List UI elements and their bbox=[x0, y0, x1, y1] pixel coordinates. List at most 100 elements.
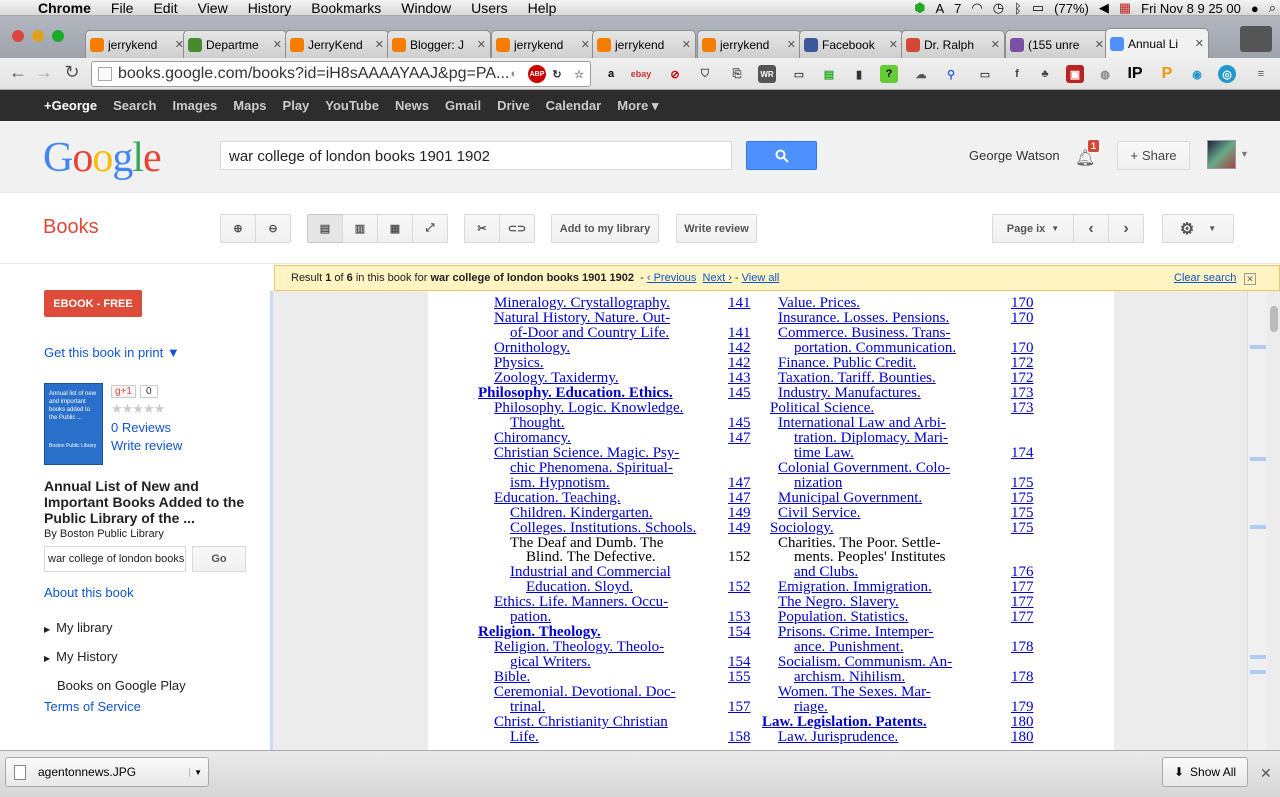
gbar-search[interactable]: Search bbox=[105, 98, 164, 113]
shield-icon[interactable]: ⬢ bbox=[914, 0, 925, 16]
tab-2[interactable]: Departme ✕ bbox=[183, 30, 287, 58]
index-entry[interactable]: time Law. bbox=[794, 445, 854, 461]
index-entry[interactable]: Political Science. bbox=[770, 400, 874, 416]
index-entry[interactable]: Law. Legislation. Patents. bbox=[762, 715, 927, 730]
index-entry[interactable]: and Clubs. bbox=[794, 565, 858, 580]
viewer-scrollbar-thumb[interactable] bbox=[1270, 306, 1278, 332]
ebook-free-button[interactable]: EBOOK - FREE bbox=[44, 290, 142, 317]
index-entry[interactable]: Bible. bbox=[494, 670, 530, 685]
stats-icon[interactable]: ▮ bbox=[850, 65, 868, 83]
tab-6[interactable]: jerrykend ✕ bbox=[592, 30, 696, 58]
menu-app-name[interactable]: Chrome bbox=[28, 0, 101, 16]
gbar-play[interactable]: Play bbox=[275, 98, 318, 113]
tab-10[interactable]: (155 unre ✕ bbox=[1005, 30, 1109, 58]
index-entry[interactable]: gical Writers. bbox=[510, 655, 591, 670]
index-entry[interactable]: Industry. Manufactures. bbox=[778, 385, 921, 401]
zoom-in-button[interactable]: ⊕ bbox=[220, 214, 256, 243]
page-ext-icon[interactable]: ▤ bbox=[820, 65, 838, 83]
tab-3[interactable]: JerryKend ✕ bbox=[285, 30, 389, 58]
result-marker[interactable] bbox=[1250, 457, 1266, 461]
close-icon[interactable]: ✕ bbox=[1244, 273, 1256, 285]
page-number-link[interactable]: 141 bbox=[728, 325, 751, 341]
page-number-link[interactable]: 180 bbox=[1011, 715, 1034, 730]
index-entry[interactable]: Physics. bbox=[494, 355, 544, 371]
index-entry[interactable]: Civil Service. bbox=[778, 505, 861, 521]
index-entry[interactable]: nization bbox=[794, 475, 842, 491]
index-entry[interactable]: Taxation. Tariff. Bounties. bbox=[778, 370, 936, 386]
zoom-out-button[interactable]: ⊖ bbox=[255, 214, 291, 243]
page-number-link[interactable]: 154 bbox=[728, 625, 751, 640]
tab-8[interactable]: Facebook ✕ bbox=[799, 30, 903, 58]
index-entry[interactable]: pation. bbox=[510, 610, 551, 625]
get-in-print-link[interactable]: Get this book in print ▼ bbox=[44, 345, 180, 360]
index-entry[interactable]: Philosophy. Logic. Knowledge. bbox=[494, 400, 683, 416]
figure-ext-icon[interactable]: ♣ bbox=[1036, 65, 1054, 83]
adobe-icon[interactable]: A bbox=[935, 1, 944, 16]
menu-history[interactable]: History bbox=[238, 0, 302, 16]
my-library-item[interactable]: ▶ My library bbox=[44, 620, 113, 635]
index-entry[interactable]: The Negro. Slavery. bbox=[778, 595, 899, 610]
index-entry[interactable]: Chiromancy. bbox=[494, 430, 571, 446]
clock[interactable]: Fri Nov 8 9 25 00 bbox=[1141, 1, 1241, 16]
gbar-gmail[interactable]: Gmail bbox=[437, 98, 489, 113]
page-number-link[interactable]: 145 bbox=[728, 385, 751, 401]
index-entry[interactable]: Ceremonial. Devotional. Doc- bbox=[494, 685, 676, 700]
chevron-down-icon[interactable]: ▼ bbox=[1240, 149, 1249, 159]
book-cover[interactable]: Annual list of new and important books a… bbox=[44, 383, 103, 465]
close-tab-icon[interactable]: ✕ bbox=[581, 38, 590, 51]
page-number-link[interactable]: 142 bbox=[728, 355, 751, 371]
index-entry[interactable]: Value. Prices. bbox=[778, 296, 860, 311]
page-number-link[interactable]: 175 bbox=[1011, 475, 1034, 491]
index-entry[interactable]: Prisons. Crime. Intemper- bbox=[778, 625, 934, 640]
download-item[interactable]: agentonnews.JPG ▼ bbox=[5, 757, 209, 787]
page-number-link[interactable]: 177 bbox=[1011, 580, 1034, 595]
p-ext-icon[interactable]: P bbox=[1158, 65, 1176, 83]
volume-icon[interactable]: ◀ bbox=[1099, 0, 1109, 16]
index-entry[interactable]: Commerce. Business. Trans- bbox=[778, 325, 951, 341]
page-number-link[interactable]: 179 bbox=[1011, 700, 1034, 715]
gbar-plus-george[interactable]: +George bbox=[36, 98, 105, 113]
viewer-scroll-track[interactable] bbox=[1247, 291, 1267, 750]
page-number-link[interactable]: 172 bbox=[1011, 370, 1034, 386]
close-tab-icon[interactable]: ✕ bbox=[477, 38, 486, 51]
menu-file[interactable]: File bbox=[101, 0, 144, 16]
gbar-news[interactable]: News bbox=[387, 98, 437, 113]
forward-icon[interactable]: → bbox=[32, 62, 56, 83]
help-ext-icon[interactable]: ? bbox=[880, 65, 898, 83]
two-page-button[interactable]: ▥ bbox=[342, 214, 378, 243]
menu-bookmarks[interactable]: Bookmarks bbox=[301, 0, 391, 16]
amazon-icon[interactable]: a bbox=[602, 65, 620, 83]
books-title[interactable]: Books bbox=[43, 216, 99, 239]
go-button[interactable]: Go bbox=[192, 546, 246, 572]
page-number-link[interactable]: 143 bbox=[728, 370, 751, 386]
clear-search-link[interactable]: Clear search bbox=[1174, 272, 1236, 284]
previous-result-link[interactable]: ‹ Previous bbox=[647, 272, 697, 284]
page-number-link[interactable]: 155 bbox=[728, 670, 751, 685]
page-number-link[interactable]: 149 bbox=[728, 505, 751, 521]
adblock-icon[interactable]: ABP bbox=[528, 65, 546, 83]
tab-7[interactable]: jerrykend ✕ bbox=[697, 30, 801, 58]
back-icon[interactable]: ← bbox=[6, 62, 30, 83]
page-number-link[interactable]: 172 bbox=[1011, 355, 1034, 371]
search-input[interactable]: war college of london books 1901 1902 bbox=[220, 141, 732, 170]
page-number-link[interactable]: 178 bbox=[1011, 670, 1034, 685]
settings-button[interactable]: ⚙ ▼ bbox=[1162, 214, 1234, 243]
reload-icon[interactable]: ↻ bbox=[60, 62, 84, 83]
world-ext-icon[interactable]: ◉ bbox=[1188, 65, 1206, 83]
share-button[interactable]: + Share bbox=[1117, 141, 1190, 170]
menu-window[interactable]: Window bbox=[391, 0, 461, 16]
red-ext-icon[interactable]: ▣ bbox=[1066, 65, 1084, 83]
search-button[interactable] bbox=[746, 141, 817, 170]
result-marker[interactable] bbox=[1250, 525, 1266, 529]
time-machine-icon[interactable]: ◷ bbox=[993, 0, 1004, 16]
next-page-button[interactable]: › bbox=[1108, 214, 1144, 243]
page-number-link[interactable]: 154 bbox=[728, 655, 751, 670]
book-viewer[interactable]: Mineralogy. Crystallography. 141 Natural H… bbox=[270, 291, 1280, 750]
tab-5[interactable]: jerrykend ✕ bbox=[491, 30, 595, 58]
index-entry[interactable]: Colonial Government. Colo- bbox=[778, 460, 950, 476]
index-entry[interactable]: Municipal Government. bbox=[778, 490, 922, 506]
reviews-link[interactable]: 0 Reviews bbox=[111, 420, 171, 435]
user-icon[interactable]: ● bbox=[1251, 1, 1259, 16]
index-entry[interactable]: Education. Teaching. bbox=[494, 490, 621, 506]
index-entry[interactable]: Education. Sloyd. bbox=[526, 580, 633, 595]
